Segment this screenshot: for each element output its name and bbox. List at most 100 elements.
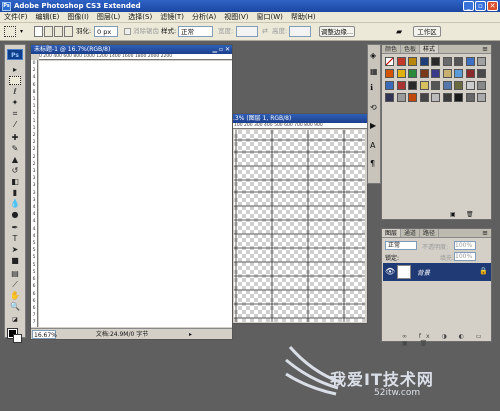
style-swatch[interactable] — [419, 93, 429, 102]
style-swatch[interactable] — [408, 93, 417, 102]
style-swatch[interactable] — [442, 57, 452, 66]
actions-panel-icon[interactable]: ▶ — [370, 121, 376, 130]
clone-stamp-tool-icon[interactable]: ▲ — [9, 155, 21, 164]
lasso-tool-icon[interactable]: ℓ — [9, 87, 21, 96]
intersect-selection-icon[interactable] — [64, 26, 73, 37]
magic-wand-tool-icon[interactable]: ✦ — [9, 98, 21, 107]
maximize-button[interactable]: ▫ — [475, 1, 486, 11]
style-swatch[interactable] — [454, 69, 463, 78]
tab-swatches[interactable]: 色板 — [401, 45, 421, 53]
style-swatch[interactable] — [385, 57, 394, 66]
default-colors-icon[interactable]: ◪ — [9, 315, 21, 324]
bridge-icon[interactable]: ▰ — [396, 26, 408, 37]
style-swatch[interactable] — [477, 81, 486, 90]
style-swatch[interactable] — [442, 69, 452, 78]
style-swatch[interactable] — [465, 81, 475, 90]
status-menu-arrow-icon[interactable]: ▸ — [189, 329, 192, 340]
background-color-swatch[interactable] — [13, 334, 22, 343]
histogram-panel-icon[interactable]: ▦ — [370, 67, 378, 76]
refine-edge-button[interactable]: 调整边缘... — [319, 26, 355, 37]
feather-input[interactable]: 0 px — [94, 26, 118, 37]
type-tool-icon[interactable]: T — [9, 234, 21, 243]
style-swatch[interactable] — [465, 57, 475, 66]
document-1-canvas[interactable] — [39, 61, 232, 327]
style-swatch[interactable] — [396, 57, 406, 66]
tab-layers[interactable]: 图层 — [382, 229, 402, 237]
style-select[interactable]: 正常 — [178, 26, 213, 37]
menu-file[interactable]: 文件(F) — [0, 12, 32, 22]
pen-tool-icon[interactable]: ✒ — [9, 223, 21, 232]
antialias-checkbox[interactable] — [124, 28, 131, 35]
dodge-tool-icon[interactable]: ● — [9, 210, 21, 219]
menu-edit[interactable]: 编辑(E) — [32, 12, 64, 22]
style-swatch[interactable] — [396, 93, 406, 102]
opacity-input[interactable]: 100% — [454, 241, 476, 250]
tab-color[interactable]: 颜色 — [382, 45, 402, 53]
style-swatch[interactable] — [408, 81, 417, 90]
style-swatch[interactable] — [396, 69, 406, 78]
delete-style-icon[interactable]: 🗑 — [466, 211, 474, 218]
shape-tool-icon[interactable]: ■ — [9, 256, 21, 265]
document-1-window-buttons[interactable]: ▁ ▫ ✕ — [212, 45, 230, 54]
document-size-info[interactable]: 文档:24.9M/0 字节 — [96, 331, 148, 338]
tab-channels[interactable]: 通道 — [401, 229, 421, 237]
minimize-button[interactable]: _ — [463, 1, 474, 11]
info-panel-icon[interactable]: ℹ — [370, 83, 373, 92]
eyedropper-tool-icon[interactable]: ⟋ — [9, 280, 21, 289]
layers-panel-menu-icon[interactable]: ≡ — [482, 229, 491, 237]
style-swatch[interactable] — [431, 69, 440, 78]
document-2-canvas[interactable] — [234, 130, 365, 322]
style-swatch[interactable] — [431, 81, 440, 90]
zoom-tool-icon[interactable]: 🔍 — [9, 302, 21, 311]
visibility-eye-icon[interactable]: 👁 — [385, 267, 395, 276]
layer-name[interactable]: 背景 — [417, 267, 430, 277]
layer-row-background[interactable]: 👁 背景 🔒 — [383, 263, 491, 281]
eraser-tool-icon[interactable]: ◧ — [9, 177, 21, 186]
notes-tool-icon[interactable]: ▤ — [9, 269, 21, 278]
healing-brush-tool-icon[interactable]: ✚ — [9, 133, 21, 142]
style-swatch[interactable] — [408, 69, 417, 78]
menu-analysis[interactable]: 分析(A) — [188, 12, 220, 22]
style-swatch[interactable] — [454, 57, 463, 66]
menu-view[interactable]: 视图(V) — [220, 12, 252, 22]
style-swatch[interactable] — [477, 69, 486, 78]
navigator-panel-icon[interactable]: ◈ — [370, 51, 376, 60]
close-button[interactable]: ✕ — [487, 1, 498, 11]
new-selection-icon[interactable] — [34, 26, 43, 37]
document-window-1[interactable]: 未标题-1 @ 16.7%(RGB/8) ▁ ▫ ✕ 0 200 400 600… — [30, 44, 233, 340]
style-swatch[interactable] — [477, 57, 486, 66]
style-swatch[interactable] — [454, 93, 463, 102]
style-swatch[interactable] — [396, 81, 406, 90]
style-swatch[interactable] — [442, 93, 452, 102]
history-panel-icon[interactable]: ⟲ — [370, 103, 377, 112]
character-panel-icon[interactable]: A — [370, 141, 375, 150]
gradient-tool-icon[interactable]: ▮ — [9, 188, 21, 197]
style-swatch[interactable] — [385, 69, 394, 78]
tab-paths[interactable]: 路径 — [420, 229, 440, 237]
style-swatch[interactable] — [408, 57, 417, 66]
style-swatch[interactable] — [431, 93, 440, 102]
preset-dropdown-arrow-icon[interactable]: ▾ — [20, 26, 30, 37]
move-tool-icon[interactable]: ▸ — [9, 65, 21, 74]
history-brush-tool-icon[interactable]: ↺ — [9, 166, 21, 175]
style-swatch[interactable] — [419, 57, 429, 66]
zoom-level-field[interactable]: 16.67% — [32, 330, 57, 339]
add-selection-icon[interactable] — [44, 26, 53, 37]
style-swatch[interactable] — [465, 69, 475, 78]
width-input[interactable] — [236, 26, 258, 37]
style-swatch[interactable] — [385, 93, 394, 102]
fill-input[interactable]: 100% — [454, 252, 476, 261]
style-swatch[interactable] — [431, 57, 440, 66]
style-swatch[interactable] — [465, 93, 475, 102]
marquee-tool-preset-icon[interactable] — [4, 26, 16, 37]
marquee-tool-icon[interactable] — [9, 76, 21, 85]
style-swatch[interactable] — [419, 81, 429, 90]
menu-image[interactable]: 图像(I) — [63, 12, 93, 22]
brush-tool-icon[interactable]: ✎ — [9, 144, 21, 153]
menu-filter[interactable]: 滤镜(T) — [156, 12, 188, 22]
height-input[interactable] — [289, 26, 311, 37]
hand-tool-icon[interactable]: ✋ — [9, 291, 21, 300]
menu-select[interactable]: 选择(S) — [124, 12, 156, 22]
crop-tool-icon[interactable]: ⌗ — [9, 109, 21, 118]
style-swatch[interactable] — [477, 93, 486, 102]
